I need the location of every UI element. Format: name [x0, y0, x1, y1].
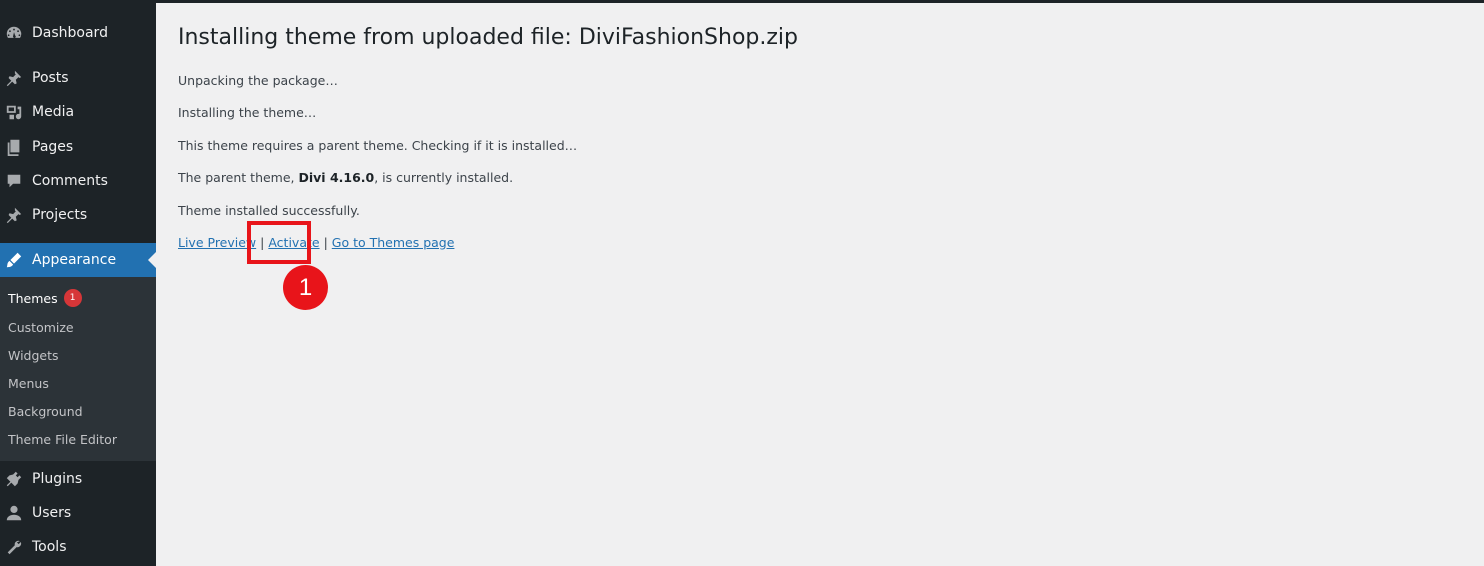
sidebar-item-label: Users: [32, 505, 72, 521]
appearance-submenu: Themes 1 Customize Widgets Menus Backgro…: [0, 277, 156, 461]
sidebar-item-users[interactable]: Users: [0, 496, 156, 530]
sidebar-item-label: Pages: [32, 139, 74, 155]
link-separator: |: [323, 235, 328, 250]
admin-sidebar: Dashboard Posts Media Pages Comments Pro…: [0, 0, 156, 566]
parent-theme-name: Divi 4.16.0: [298, 170, 375, 185]
pin-icon: [4, 68, 24, 88]
sidebar-item-dashboard[interactable]: Dashboard: [0, 16, 156, 50]
comment-icon: [4, 171, 24, 191]
submenu-item-theme-file-editor[interactable]: Theme File Editor: [8, 429, 117, 449]
status-message-installing: Installing the theme…: [178, 105, 317, 120]
sidebar-item-label: Dashboard: [32, 25, 108, 41]
submenu-item-widgets[interactable]: Widgets: [8, 345, 59, 365]
themes-page-link[interactable]: Go to Themes page: [332, 235, 455, 250]
status-message-parent-check: This theme requires a parent theme. Chec…: [178, 138, 578, 153]
media-icon: [4, 102, 24, 122]
plugin-icon: [4, 469, 24, 489]
live-preview-link[interactable]: Live Preview: [178, 235, 256, 250]
sidebar-item-label: Tools: [32, 539, 67, 555]
annotation-step-marker: 1: [283, 265, 328, 310]
user-icon: [4, 503, 24, 523]
pin-icon: [4, 205, 24, 225]
sidebar-item-comments[interactable]: Comments: [0, 164, 156, 198]
brush-icon: [4, 250, 24, 270]
sidebar-item-label: Projects: [32, 207, 88, 223]
submenu-item-background[interactable]: Background: [8, 401, 83, 421]
wrench-icon: [4, 537, 24, 557]
sidebar-item-pages[interactable]: Pages: [0, 130, 156, 164]
sidebar-item-label: Appearance: [32, 252, 117, 268]
status-message-unpacking: Unpacking the package…: [178, 73, 338, 88]
current-menu-arrow: [148, 252, 156, 268]
status-message-success: Theme installed successfully.: [178, 203, 360, 218]
sidebar-item-tools[interactable]: Tools: [0, 530, 156, 564]
admin-top-bar: [0, 0, 1484, 3]
action-links: Live Preview | Activate | Go to Themes p…: [178, 235, 454, 250]
sidebar-item-label: Media: [32, 104, 75, 120]
annotation-highlight-box: [247, 221, 311, 264]
update-count-badge: 1: [63, 289, 82, 307]
page-title: Installing theme from uploaded file: Div…: [178, 25, 798, 50]
message-text: , is currently installed.: [374, 170, 514, 185]
sidebar-item-projects[interactable]: Projects: [0, 198, 156, 232]
sidebar-item-label: Plugins: [32, 471, 83, 487]
sidebar-item-posts[interactable]: Posts: [0, 61, 156, 95]
pages-icon: [4, 137, 24, 157]
status-message-parent-installed: The parent theme, Divi 4.16.0, is curren…: [178, 170, 513, 185]
sidebar-item-media[interactable]: Media: [0, 95, 156, 129]
message-text: The parent theme,: [178, 170, 299, 185]
submenu-item-menus[interactable]: Menus: [8, 373, 49, 393]
sidebar-item-appearance[interactable]: Appearance: [0, 243, 156, 277]
submenu-item-customize[interactable]: Customize: [8, 317, 74, 337]
dashboard-icon: [4, 23, 24, 43]
sidebar-item-label: Posts: [32, 70, 69, 86]
sidebar-item-label: Comments: [32, 173, 108, 189]
submenu-item-themes[interactable]: Themes 1: [8, 288, 82, 308]
sidebar-item-plugins[interactable]: Plugins: [0, 462, 156, 496]
submenu-item-label: Themes: [8, 290, 58, 306]
